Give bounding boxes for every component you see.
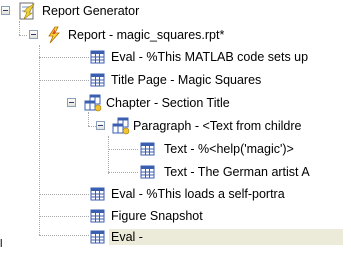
table-grid-icon [89, 207, 107, 225]
tree-node-label: Paragraph - <Text from childre [133, 119, 302, 133]
tree-node-label: Eval - [109, 229, 343, 245]
table-grid-icon [139, 163, 157, 181]
tree-node-eval-3-selected[interactable]: Eval - [0, 226, 351, 248]
tree-node-chapter[interactable]: Chapter - Section Title [0, 92, 351, 114]
table-grid-icon [89, 185, 107, 203]
tree-node-label: Chapter - Section Title [106, 96, 230, 110]
collapse-toggle-icon[interactable] [1, 6, 10, 15]
table-grid-icon [89, 228, 107, 246]
multi-grid-icon [112, 117, 130, 135]
report-explorer-tree: Report Generator Report - magic_squares.… [0, 0, 351, 258]
tree-node-label: Figure Snapshot [111, 209, 203, 223]
tree-node-label: Title Page - Magic Squares [111, 73, 262, 87]
collapse-toggle-icon[interactable] [29, 30, 38, 39]
tree-node-label: Eval - %This MATLAB code sets up [111, 50, 309, 64]
tree-node-figure-snapshot[interactable]: Figure Snapshot [0, 205, 351, 227]
tree-node-label: Report - magic_squares.rpt* [68, 28, 225, 42]
tree-node-paragraph[interactable]: Paragraph - <Text from childre [0, 115, 351, 137]
tree-node-report[interactable]: Report - magic_squares.rpt* [0, 24, 351, 46]
tree-node-text-help[interactable]: Text - %<help('magic')> [0, 138, 351, 160]
tree-node-title-page[interactable]: Title Page - Magic Squares [0, 69, 351, 91]
collapse-toggle-icon[interactable] [67, 98, 76, 107]
tree-node-text-german[interactable]: Text - The German artist A [0, 161, 351, 183]
collapse-toggle-icon[interactable] [96, 121, 105, 130]
tree-node-report-generator[interactable]: Report Generator [0, 0, 351, 22]
table-grid-icon [89, 48, 107, 66]
tree-node-label: Report Generator [42, 4, 140, 18]
report-generator-icon [18, 2, 36, 20]
report-lightning-icon [45, 26, 63, 44]
table-grid-icon [139, 140, 157, 158]
tree-node-eval-1[interactable]: Eval - %This MATLAB code sets up [0, 46, 351, 68]
corner-mark: l [0, 238, 3, 250]
tree-node-eval-2[interactable]: Eval - %This loads a self-portra [0, 183, 351, 205]
multi-grid-icon [84, 94, 102, 112]
tree-node-label: Text - %<help('magic')> [164, 142, 294, 156]
tree-node-label: Text - The German artist A [164, 165, 310, 179]
tree-node-label: Eval - %This loads a self-portra [111, 187, 285, 201]
table-grid-icon [89, 71, 107, 89]
